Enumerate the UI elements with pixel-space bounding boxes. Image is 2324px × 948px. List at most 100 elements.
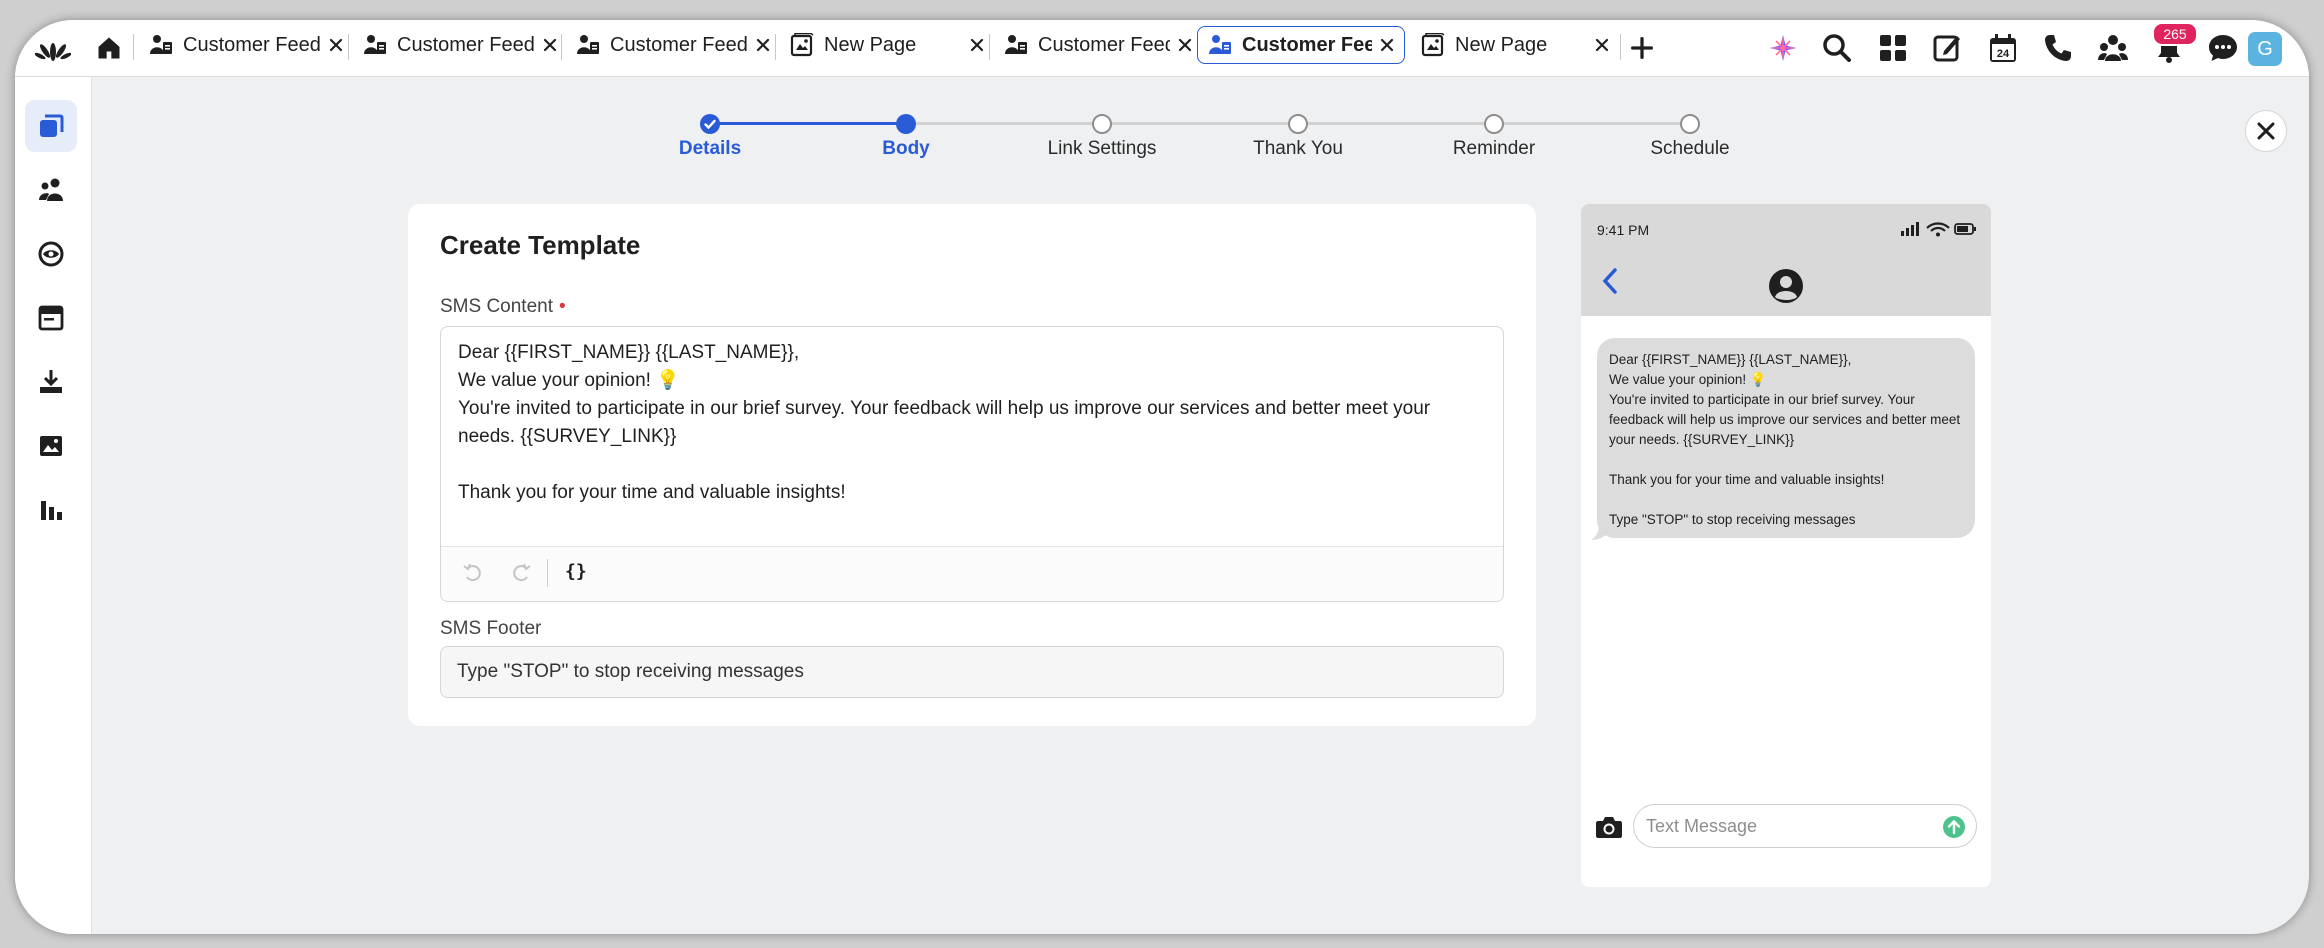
- preview-message-line: We value your opinion! 💡: [1609, 372, 1767, 387]
- tab-separator: [133, 34, 134, 60]
- download-tray-icon: [40, 370, 62, 393]
- close-tab-icon[interactable]: [325, 34, 347, 56]
- close-wizard-button[interactable]: [2245, 110, 2287, 152]
- preview-message-line: Thank you for your time and valuable ins…: [1609, 472, 1885, 487]
- tab-separator: [348, 34, 349, 60]
- step-dot-schedule[interactable]: [1680, 114, 1700, 134]
- team-icon[interactable]: [2097, 32, 2129, 64]
- redo-icon[interactable]: [509, 561, 533, 585]
- contact-avatar-icon: [1769, 269, 1803, 303]
- survey-icon: [150, 35, 172, 54]
- preview-message-line: [1609, 450, 1963, 470]
- survey-icon: [1209, 35, 1231, 54]
- step-label-reminder[interactable]: Reminder: [1394, 138, 1594, 160]
- tab-customer-feedback-4[interactable]: Customer Feedback: [994, 26, 1202, 64]
- tab-new-page-1[interactable]: New Page: [780, 26, 994, 64]
- search-icon[interactable]: [1821, 32, 1853, 64]
- browser-window-icon: [38, 305, 64, 331]
- tab-new-page-2[interactable]: New Page: [1411, 26, 1619, 64]
- sms-footer-input[interactable]: Type "STOP" to stop receiving messages: [440, 646, 1504, 698]
- back-chevron-icon[interactable]: [1599, 266, 1621, 296]
- sidebar-item-media[interactable]: [25, 420, 77, 472]
- step-label-link-settings[interactable]: Link Settings: [1002, 138, 1202, 160]
- sms-content-label: SMS Content •: [440, 296, 566, 318]
- sidebar-item-pages[interactable]: [25, 292, 77, 344]
- step-label-details[interactable]: Details: [610, 138, 810, 160]
- add-tab-icon[interactable]: [1628, 34, 1656, 62]
- step-dot-body[interactable]: [896, 114, 916, 134]
- home-icon[interactable]: [95, 34, 123, 62]
- phone-status-icons: [1901, 222, 1976, 237]
- tab-label: New Page: [824, 33, 917, 56]
- sms-content-line: Dear {{FIRST_NAME}} {{LAST_NAME}},: [458, 342, 800, 363]
- check-icon: [704, 119, 716, 130]
- sms-content-label-text: SMS Content: [440, 296, 553, 317]
- tab-customer-feedback-active[interactable]: Customer Feedback: [1197, 26, 1405, 64]
- eye-cycle-icon: [38, 241, 64, 267]
- app-window: Customer Feedback Customer Feedback Cust…: [15, 20, 2309, 934]
- people-icon: [39, 178, 63, 201]
- required-indicator: •: [559, 296, 566, 317]
- left-sidebar: [15, 77, 92, 934]
- chat-icon[interactable]: [2207, 32, 2239, 64]
- page-icon: [790, 33, 814, 57]
- image-gallery-icon: [40, 436, 62, 456]
- insert-variable-button[interactable]: {}: [565, 561, 587, 582]
- tab-separator: [561, 34, 562, 60]
- tab-customer-feedback-1[interactable]: Customer Feedback: [139, 26, 353, 64]
- preview-message-line: [1609, 490, 1963, 510]
- bubble-tail: [1591, 524, 1607, 540]
- step-label-body[interactable]: Body: [806, 138, 1006, 160]
- step-dot-details[interactable]: [700, 114, 720, 134]
- close-tab-icon[interactable]: [752, 34, 774, 56]
- sidebar-item-insights[interactable]: [25, 228, 77, 280]
- ai-sparkle-icon[interactable]: [1767, 32, 1799, 64]
- sms-content-line: [458, 451, 1483, 479]
- sms-content-line: Thank you for your time and valuable ins…: [458, 482, 846, 503]
- sms-content-text[interactable]: Dear {{FIRST_NAME}} {{LAST_NAME}}, We val…: [458, 339, 1483, 507]
- tab-label: Customer Feedback: [1038, 33, 1170, 56]
- top-bar: Customer Feedback Customer Feedback Cust…: [15, 20, 2309, 77]
- step-dot-link-settings[interactable]: [1092, 114, 1112, 134]
- sms-content-editor[interactable]: Dear {{FIRST_NAME}} {{LAST_NAME}}, We val…: [440, 326, 1504, 602]
- phone-time: 9:41 PM: [1597, 222, 1650, 238]
- preview-message-line: Type "STOP" to stop receiving messages: [1609, 512, 1856, 527]
- user-avatar[interactable]: G: [2248, 32, 2282, 66]
- send-arrow-icon[interactable]: [1943, 816, 1965, 838]
- step-dot-reminder[interactable]: [1484, 114, 1504, 134]
- sidebar-item-audience[interactable]: [25, 164, 77, 216]
- tab-label: Customer Feedback: [397, 33, 535, 56]
- calendar-icon[interactable]: 24: [1987, 32, 2019, 64]
- sidebar-item-templates[interactable]: [25, 100, 77, 152]
- undo-icon[interactable]: [461, 561, 485, 585]
- sidebar-item-import[interactable]: [25, 356, 77, 408]
- close-icon: [2257, 122, 2275, 140]
- tab-customer-feedback-3[interactable]: Customer Feedback: [566, 26, 780, 64]
- text-message-input[interactable]: Text Message: [1633, 804, 1977, 848]
- sms-content-line: We value your opinion! 💡: [458, 370, 680, 391]
- tab-label: Customer Feedback: [183, 33, 321, 56]
- sms-content-line: You're invited to participate in our bri…: [458, 398, 1431, 447]
- brand-logo-icon[interactable]: [35, 30, 71, 66]
- close-tab-icon[interactable]: [1174, 34, 1196, 56]
- step-label-thank-you[interactable]: Thank You: [1198, 138, 1398, 160]
- sidebar-item-reports[interactable]: [25, 484, 77, 536]
- copy-stack-icon: [40, 114, 64, 137]
- step-dot-thank-you[interactable]: [1288, 114, 1308, 134]
- camera-icon[interactable]: [1595, 814, 1623, 840]
- apps-grid-icon[interactable]: [1877, 32, 1909, 64]
- step-label-schedule[interactable]: Schedule: [1590, 138, 1790, 160]
- sms-footer-label: SMS Footer: [440, 618, 542, 639]
- sms-message-bubble: Dear {{FIRST_NAME}} {{LAST_NAME}}, We val…: [1597, 338, 1975, 538]
- close-tab-icon[interactable]: [1376, 34, 1398, 56]
- tab-separator: [775, 34, 776, 60]
- close-tab-icon[interactable]: [1591, 34, 1613, 56]
- phone-header: 9:41 PM: [1581, 204, 1991, 316]
- tab-customer-feedback-2[interactable]: Customer Feedback: [353, 26, 567, 64]
- close-tab-icon[interactable]: [539, 34, 561, 56]
- tab-separator: [989, 34, 990, 60]
- preview-message-line: Dear {{FIRST_NAME}} {{LAST_NAME}},: [1609, 352, 1852, 367]
- close-tab-icon[interactable]: [966, 34, 988, 56]
- phone-call-icon[interactable]: [2042, 32, 2074, 64]
- compose-icon[interactable]: [1931, 32, 1963, 64]
